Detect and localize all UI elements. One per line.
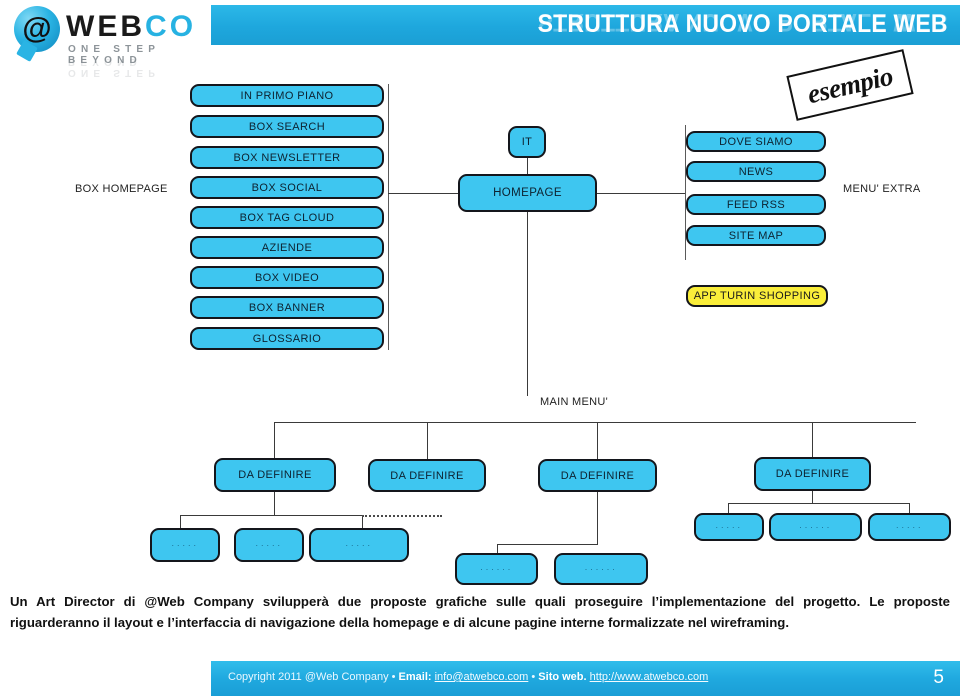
logo-o: O bbox=[169, 10, 197, 43]
page-number: 5 bbox=[933, 667, 944, 688]
node-in-primo-piano[interactable]: IN PRIMO PIANO bbox=[190, 84, 384, 107]
node-da-definire-1[interactable]: DA DEFINIRE bbox=[214, 458, 336, 492]
left-group-spine bbox=[388, 84, 390, 350]
leaf-node-4[interactable]: ······ bbox=[455, 553, 538, 585]
logo-c: C bbox=[145, 10, 170, 43]
footer-copyright: Copyright 2011 @Web Company • bbox=[228, 671, 399, 683]
node-da-definire-2[interactable]: DA DEFINIRE bbox=[368, 459, 486, 492]
node-da-definire-4[interactable]: DA DEFINIRE bbox=[754, 457, 871, 491]
node-box-video[interactable]: BOX VIDEO bbox=[190, 266, 384, 289]
footer-text: Copyright 2011 @Web Company • Email: inf… bbox=[228, 671, 708, 683]
node-da-definire-3[interactable]: DA DEFINIRE bbox=[538, 459, 657, 492]
esempio-stamp-text: esempio bbox=[804, 60, 896, 110]
bus-drop-1 bbox=[274, 422, 276, 460]
sub3-bus bbox=[497, 544, 598, 546]
node-homepage[interactable]: HOMEPAGE bbox=[458, 174, 597, 212]
left-to-homepage-connector bbox=[388, 193, 460, 195]
sub4-bus bbox=[728, 503, 910, 505]
footer-email-link[interactable]: info@atwebco.com bbox=[435, 671, 529, 683]
logo-wordmark: WEBCO bbox=[66, 10, 196, 44]
footer-site-link[interactable]: http://www.atwebco.com bbox=[590, 671, 709, 683]
leaf-node-7[interactable]: ······ bbox=[769, 513, 862, 541]
node-box-newsletter[interactable]: BOX NEWSLETTER bbox=[190, 146, 384, 169]
node-box-banner[interactable]: BOX BANNER bbox=[190, 296, 384, 319]
logo-tagline-reflection: ONE STEP BEYOND bbox=[68, 56, 160, 78]
leaf-node-3[interactable]: ····· bbox=[309, 528, 409, 562]
node-dove-siamo[interactable]: DOVE SIAMO bbox=[686, 131, 826, 152]
node-box-tag-cloud[interactable]: BOX TAG CLOUD bbox=[190, 206, 384, 229]
bus-drop-3 bbox=[597, 422, 599, 460]
node-site-map[interactable]: SITE MAP bbox=[686, 225, 826, 246]
bus-drop-2 bbox=[427, 422, 429, 460]
leaf-node-5[interactable]: ······ bbox=[554, 553, 648, 585]
node-it[interactable]: IT bbox=[508, 126, 546, 158]
node-aziende[interactable]: AZIENDE bbox=[190, 236, 384, 259]
footer-bar: Copyright 2011 @Web Company • Email: inf… bbox=[211, 661, 960, 696]
node-box-search[interactable]: BOX SEARCH bbox=[190, 115, 384, 138]
leaf-node-2[interactable]: ····· bbox=[234, 528, 304, 562]
footer-site-label: Sito web. bbox=[538, 671, 587, 683]
leaf-node-6[interactable]: ····· bbox=[694, 513, 764, 541]
logo-w: W bbox=[66, 10, 98, 43]
node-app-turin-shopping[interactable]: APP TURIN SHOPPING bbox=[686, 285, 828, 307]
at-glyph: @ bbox=[22, 12, 52, 45]
homepage-to-mainmenu-connector bbox=[527, 212, 529, 396]
menu-extra-label: MENU' EXTRA bbox=[843, 183, 921, 195]
node-box-social[interactable]: BOX SOCIAL bbox=[190, 176, 384, 199]
leaf-node-8[interactable]: ····· bbox=[868, 513, 951, 541]
esempio-stamp: esempio bbox=[786, 49, 914, 121]
node-news[interactable]: NEWS bbox=[686, 161, 826, 182]
slide-canvas: STRUTTURA NUOVO PORTALE WEB STRUTTURA NU… bbox=[0, 0, 960, 696]
homepage-to-right-connector bbox=[597, 193, 686, 195]
company-logo: @ WEBCO ONE STEP BEYOND ONE STEP BEYOND bbox=[14, 6, 204, 78]
leaf-node-1[interactable]: ····· bbox=[150, 528, 220, 562]
at-symbol-icon: @ bbox=[14, 6, 60, 52]
logo-reflection: ONE STEP BEYOND bbox=[14, 56, 204, 78]
sub3-drop bbox=[597, 492, 599, 545]
box-homepage-label: BOX HOMEPAGE bbox=[75, 183, 168, 195]
footer-separator: • bbox=[528, 671, 539, 683]
sub1-dotted-extension bbox=[362, 515, 442, 517]
main-menu-label: MAIN MENU' bbox=[540, 396, 609, 408]
description-paragraph: Un Art Director di @Web Company sviluppe… bbox=[10, 594, 950, 630]
sub1-bus bbox=[180, 515, 363, 517]
footer-email-label: Email: bbox=[398, 671, 432, 683]
node-feed-rss[interactable]: FEED RSS bbox=[686, 194, 826, 215]
page-title-reflection: STRUTTURA NUOVO PORTALE WEB bbox=[537, 8, 948, 36]
logo-eb: EB bbox=[97, 10, 146, 43]
bus-drop-4 bbox=[812, 422, 814, 460]
sub1-drop bbox=[274, 492, 276, 516]
node-glossario[interactable]: GLOSSARIO bbox=[190, 327, 384, 350]
main-menu-bus bbox=[274, 422, 916, 424]
